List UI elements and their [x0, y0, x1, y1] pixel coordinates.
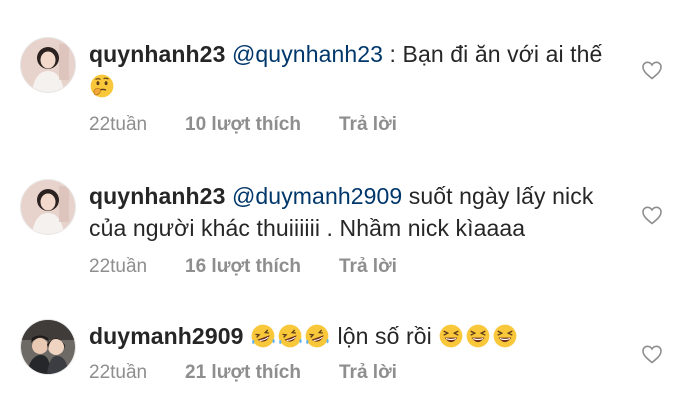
- rofl-emoji: [278, 324, 302, 348]
- rofl-emoji: [305, 324, 329, 348]
- comment-meta: 22tuần 21 lượt thích Trả lời: [89, 362, 629, 384]
- comment-time[interactable]: 22tuần: [89, 362, 185, 384]
- comment-likes[interactable]: 16 lượt thích: [185, 256, 339, 278]
- avatar[interactable]: [21, 320, 75, 374]
- avatar[interactable]: [21, 38, 75, 92]
- comment-text: duymanh2909 lộn số rồi: [89, 320, 629, 352]
- comment-username[interactable]: quynhanh23: [89, 183, 225, 209]
- comment-meta: 22tuần 16 lượt thích Trả lời: [89, 256, 629, 278]
- comment-text: quynhanh23 @duymanh2909 suốt ngày lấy ni…: [89, 180, 629, 244]
- comment-body: lộn số rồi: [331, 323, 439, 349]
- comment-time[interactable]: 22tuần: [89, 114, 185, 136]
- reply-button[interactable]: Trả lời: [339, 114, 397, 136]
- avatar[interactable]: [21, 180, 75, 234]
- heart-icon[interactable]: [640, 58, 664, 82]
- comment-likes[interactable]: 10 lượt thích: [185, 114, 339, 136]
- comment-body: : Bạn đi ăn với ai thế: [383, 41, 603, 67]
- reply-button[interactable]: Trả lời: [339, 362, 397, 384]
- comment-username[interactable]: duymanh2909: [89, 323, 244, 349]
- comment-username[interactable]: quynhanh23: [89, 41, 225, 67]
- comments-list: quynhanh23 @quynhanh23 : Bạn đi ăn với a…: [0, 0, 700, 416]
- reply-button[interactable]: Trả lời: [339, 256, 397, 278]
- laughing-emoji: [493, 324, 517, 348]
- heart-icon[interactable]: [640, 203, 664, 227]
- comment-mention[interactable]: @duymanh2909: [232, 183, 402, 209]
- comment-text: quynhanh23 @quynhanh23 : Bạn đi ăn với a…: [89, 38, 629, 102]
- thinking-face-emoji: [90, 74, 114, 98]
- heart-icon[interactable]: [640, 342, 664, 366]
- laughing-emoji: [466, 324, 490, 348]
- laughing-emoji: [439, 324, 463, 348]
- comment-mention[interactable]: @quynhanh23: [232, 41, 383, 67]
- comment-likes[interactable]: 21 lượt thích: [185, 362, 339, 384]
- rofl-emoji: [251, 324, 275, 348]
- comment-meta: 22tuần 10 lượt thích Trả lời: [89, 114, 629, 136]
- comment-time[interactable]: 22tuần: [89, 256, 185, 278]
